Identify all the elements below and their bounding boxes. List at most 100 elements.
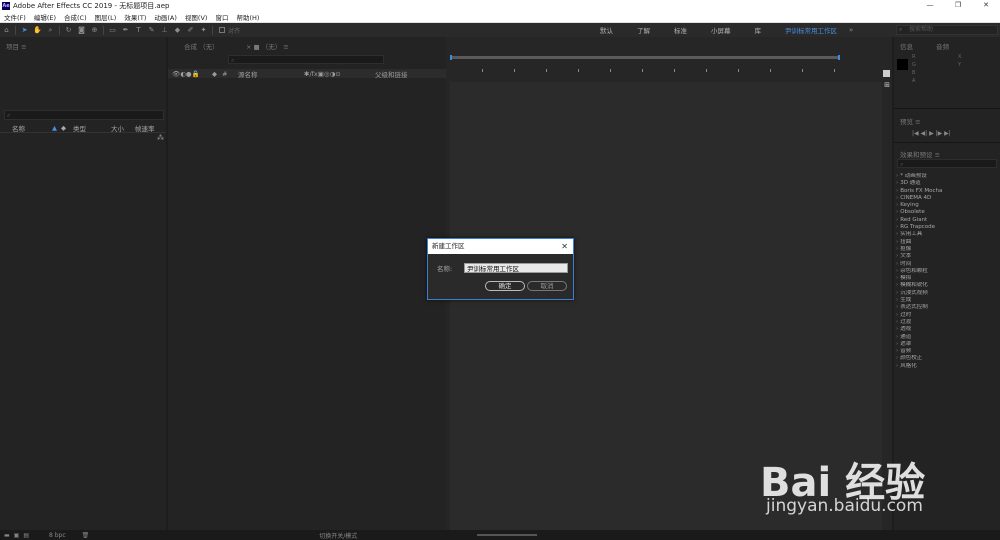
col-source-name[interactable]: 源名称 xyxy=(238,69,304,79)
menu-help[interactable]: 帮助(H) xyxy=(236,12,259,22)
workspace-learn[interactable]: 了解 xyxy=(637,25,650,35)
menu-edit[interactable]: 编辑(E) xyxy=(34,12,56,22)
effect-category[interactable]: › 风格化 xyxy=(896,363,998,370)
effect-category[interactable]: › RG Trapcode xyxy=(896,224,998,231)
close-icon[interactable]: ✕ xyxy=(561,239,568,254)
puppet-tool-icon[interactable]: ✦ xyxy=(197,25,210,35)
restore-button[interactable]: ❐ xyxy=(944,0,972,11)
expand-icon[interactable]: › xyxy=(896,334,898,340)
expand-icon[interactable]: › xyxy=(896,253,898,259)
effects-search-input[interactable]: ⌕ xyxy=(897,159,997,168)
minimize-button[interactable]: — xyxy=(916,0,944,11)
col-type[interactable]: 类型 xyxy=(73,123,111,133)
label-icon[interactable]: ◆ xyxy=(61,124,73,132)
expand-icon[interactable]: › xyxy=(896,275,898,281)
bpc-label[interactable]: 8 bpc xyxy=(49,532,66,539)
effect-category[interactable]: › CINEMA 4D xyxy=(896,195,998,202)
effect-category[interactable]: › Keying xyxy=(896,202,998,209)
workspace-standard[interactable]: 标准 xyxy=(674,25,687,35)
expand-icon[interactable]: › xyxy=(896,180,898,186)
effect-category[interactable]: › 扭曲 xyxy=(896,239,998,246)
scroll-nav-icon[interactable] xyxy=(883,70,890,77)
work-area-end-handle[interactable] xyxy=(838,55,840,60)
expand-icon[interactable]: › xyxy=(896,341,898,347)
roto-brush-tool-icon[interactable]: ✐ xyxy=(184,25,197,35)
interpret-footage-icon[interactable]: ▤ xyxy=(23,532,29,539)
expand-icon[interactable]: › xyxy=(896,290,898,296)
sort-icon[interactable]: ▲ xyxy=(52,124,61,132)
pan-behind-tool-icon[interactable]: ⊕ xyxy=(88,25,101,35)
expand-icon[interactable]: › xyxy=(896,348,898,354)
effects-tab[interactable]: 效果和预设 ≡ xyxy=(900,149,940,159)
project-tab[interactable]: 项目 ≡ xyxy=(6,41,27,51)
expand-icon[interactable]: › xyxy=(896,261,898,267)
effect-category[interactable]: › Red Giant xyxy=(896,217,998,224)
effect-category[interactable]: › 过时 xyxy=(896,312,998,319)
audio-tab[interactable]: 音频 xyxy=(936,41,949,51)
work-area-start-handle[interactable] xyxy=(450,55,452,60)
expand-icon[interactable]: › xyxy=(896,217,898,223)
menu-composition[interactable]: 合成(C) xyxy=(64,12,87,22)
effect-category[interactable]: › Boris FX Mocha xyxy=(896,188,998,195)
zoom-slider[interactable] xyxy=(477,534,538,536)
menu-window[interactable]: 窗口 xyxy=(215,12,228,22)
expand-icon[interactable]: › xyxy=(896,188,898,194)
col-name[interactable]: 名称 xyxy=(12,123,52,133)
cancel-button[interactable]: 取消 xyxy=(527,281,567,291)
effect-category[interactable]: › 3D 通道 xyxy=(896,180,998,187)
playback-controls[interactable]: |◀ ◀| ▶ |▶ ▶| xyxy=(912,130,951,137)
col-size[interactable]: 大小 xyxy=(111,123,135,133)
work-area-bar[interactable] xyxy=(450,55,840,60)
effect-category[interactable]: › Obsolete xyxy=(896,209,998,216)
toggle-switches-label[interactable]: 切换开关/模式 xyxy=(319,531,357,540)
expand-icon[interactable]: › xyxy=(896,195,898,201)
workspace-custom[interactable]: 尹训标常用工作区 xyxy=(785,25,837,35)
menu-layer[interactable]: 图层(L) xyxy=(95,12,117,22)
preview-tab[interactable]: 预览 ≡ xyxy=(900,116,921,126)
expand-icon[interactable]: › xyxy=(896,224,898,230)
snap-toggle[interactable]: 对齐 xyxy=(219,26,240,35)
effect-category[interactable]: › * 动画预设 xyxy=(896,173,998,180)
effect-category[interactable]: › 抠像 xyxy=(896,246,998,253)
effect-category[interactable]: › 遮罩 xyxy=(896,341,998,348)
expand-icon[interactable]: › xyxy=(896,246,898,252)
layer-tab[interactable]: × ■ （无） ≡ xyxy=(246,41,289,51)
effect-category[interactable]: › 实用工具 xyxy=(896,231,998,238)
pen-tool-icon[interactable]: ✒ xyxy=(119,25,132,35)
col-framerate[interactable]: 帧速率 xyxy=(135,123,155,133)
expand-icon[interactable]: › xyxy=(896,355,898,361)
effect-category[interactable]: › 音频 xyxy=(896,348,998,355)
effect-category[interactable]: › 文本 xyxy=(896,253,998,260)
expand-icon[interactable]: › xyxy=(896,297,898,303)
expand-icon[interactable]: › xyxy=(896,304,898,310)
time-ruler[interactable] xyxy=(450,53,890,77)
trash-icon[interactable]: 🗑 xyxy=(82,532,90,539)
expand-icon[interactable]: › xyxy=(896,239,898,245)
timeline-search-input[interactable]: ⌕ xyxy=(228,55,384,64)
selection-tool-icon[interactable]: ➤ xyxy=(18,25,31,35)
effect-category[interactable]: › 透视 xyxy=(896,326,998,333)
expand-icon[interactable]: › xyxy=(896,173,898,179)
effect-category[interactable]: › 表达式控制 xyxy=(896,304,998,311)
expand-icon[interactable]: › xyxy=(896,312,898,318)
rotate-tool-icon[interactable]: ↻ xyxy=(62,25,75,35)
zoom-tool-icon[interactable]: ⌕ xyxy=(44,25,57,35)
expand-icon[interactable]: › xyxy=(896,363,898,369)
effect-category[interactable]: › 时间 xyxy=(896,261,998,268)
snap-checkbox[interactable] xyxy=(219,27,225,33)
close-button[interactable]: ✕ xyxy=(972,0,1000,11)
ok-button[interactable]: 确定 xyxy=(485,281,525,291)
expand-icon[interactable]: › xyxy=(896,202,898,208)
workspace-library[interactable]: 库 xyxy=(755,25,762,35)
workspace-more-icon[interactable]: » xyxy=(849,26,853,34)
info-tab[interactable]: 信息 xyxy=(900,41,913,51)
type-tool-icon[interactable]: T xyxy=(132,25,145,35)
project-search-input[interactable]: ⌕ xyxy=(4,110,164,120)
brush-tool-icon[interactable]: ✎ xyxy=(145,25,158,35)
effect-category[interactable]: › 通道 xyxy=(896,334,998,341)
effect-category[interactable]: › 模糊和锐化 xyxy=(896,282,998,289)
home-icon[interactable]: ⌂ xyxy=(0,25,13,35)
expand-icon[interactable]: › xyxy=(896,282,898,288)
expand-icon[interactable]: › xyxy=(896,231,898,237)
expand-icon[interactable]: › xyxy=(896,209,898,215)
